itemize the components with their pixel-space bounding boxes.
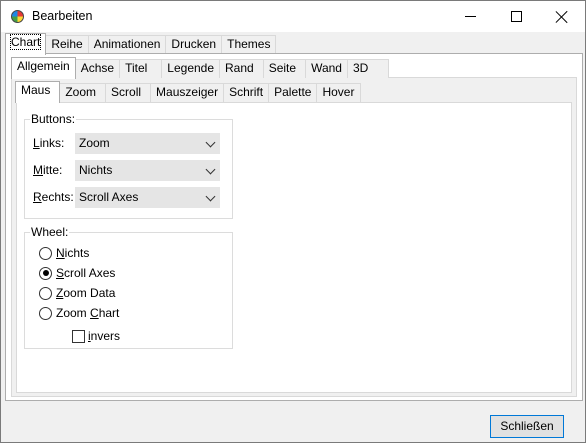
tab-maus[interactable]: Maus [15,81,61,103]
minimize-icon [464,16,476,17]
tab-seite[interactable]: Seite [262,59,307,78]
radio-indicator [39,266,52,280]
tab-reihe[interactable]: Reihe [45,35,89,54]
checkbox-label: invers [88,329,121,343]
tab-zoom[interactable]: Zoom [59,83,107,102]
tab-drucken[interactable]: Drucken [165,35,223,54]
radio-label: Zoom Data [56,286,116,300]
radio-scroll-axes[interactable]: Scroll Axes [39,266,115,280]
allgemein-subtabs: Maus Zoom Scroll Mauszeiger Schrift Pale… [15,81,362,105]
maus-tab-panel: Buttons: Links: Zoom Mitte: Nichts Recht… [16,102,572,393]
minimize-button[interactable] [447,1,493,32]
tab-animationen[interactable]: Animationen [87,35,167,54]
radio-zoom-data[interactable]: Zoom Data [39,286,115,300]
tab-scroll[interactable]: Scroll [105,83,152,102]
chevron-down-icon [205,164,216,175]
mitte-select[interactable]: Nichts [75,160,220,181]
links-label: Links: [33,136,65,150]
links-select[interactable]: Zoom [75,133,220,154]
radio-label: Scroll Axes [56,266,116,280]
rechts-select[interactable]: Scroll Axes [75,187,220,208]
close-icon [555,10,569,24]
tab-chart[interactable]: Chart [5,33,47,55]
radio-label: Nichts [56,246,90,260]
close-button[interactable]: Schließen [490,415,564,438]
tab-schrift[interactable]: Schrift [223,83,270,102]
tab-3d[interactable]: 3D [346,59,390,78]
tab-palette[interactable]: Palette [268,83,318,102]
tab-mauszeiger[interactable]: Mauszeiger [150,83,225,102]
chevron-down-icon [205,137,216,148]
allgemein-tab-panel: Buttons: Links: Zoom Mitte: Nichts Recht… [11,77,577,397]
radio-zoom-chart[interactable]: Zoom Chart [39,306,119,320]
tab-titel[interactable]: Titel [119,59,163,78]
rechts-label: Rechts: [33,190,74,204]
tab-legende[interactable]: Legende [161,59,221,78]
radio-indicator [39,306,52,320]
checkbox-indicator [72,329,85,343]
close-window-button[interactable] [539,1,585,32]
radio-label: Zoom Chart [56,306,120,320]
invers-checkbox[interactable]: invers [72,329,120,343]
chart-tab-panel: Buttons: Links: Zoom Mitte: Nichts Recht… [5,53,583,401]
maximize-button[interactable] [493,1,539,32]
wheel-group-label: Wheel: [30,225,70,239]
chart-subtabs: Allgemein Achse Titel Legende Rand Seite… [11,57,390,81]
buttons-group-label: Buttons: [30,112,77,126]
buttons-group: Buttons: Links: Zoom Mitte: Nichts Recht… [24,112,233,219]
app-icon [11,10,24,23]
radio-indicator [39,246,52,260]
title-bar[interactable]: Bearbeiten [1,1,585,32]
chevron-down-icon [205,191,216,202]
maximize-icon [510,11,522,22]
window-title: Bearbeiten [32,9,93,23]
tab-wand[interactable]: Wand [305,59,348,78]
radio-nichts[interactable]: Nichts [39,246,89,260]
tab-allgemein[interactable]: Allgemein [11,57,76,79]
tab-themes[interactable]: Themes [221,35,277,54]
edit-dialog: Bearbeiten Chart Reihe Animationen Druck… [0,0,586,443]
mitte-label: Mitte: [33,163,63,177]
tab-rand[interactable]: Rand [219,59,264,78]
radio-indicator [39,286,52,300]
tab-hover[interactable]: Hover [316,83,362,102]
tab-achse[interactable]: Achse [74,59,121,78]
wheel-group: Wheel: Nichts Scroll Axes Zoom Data Zoom… [24,225,233,349]
